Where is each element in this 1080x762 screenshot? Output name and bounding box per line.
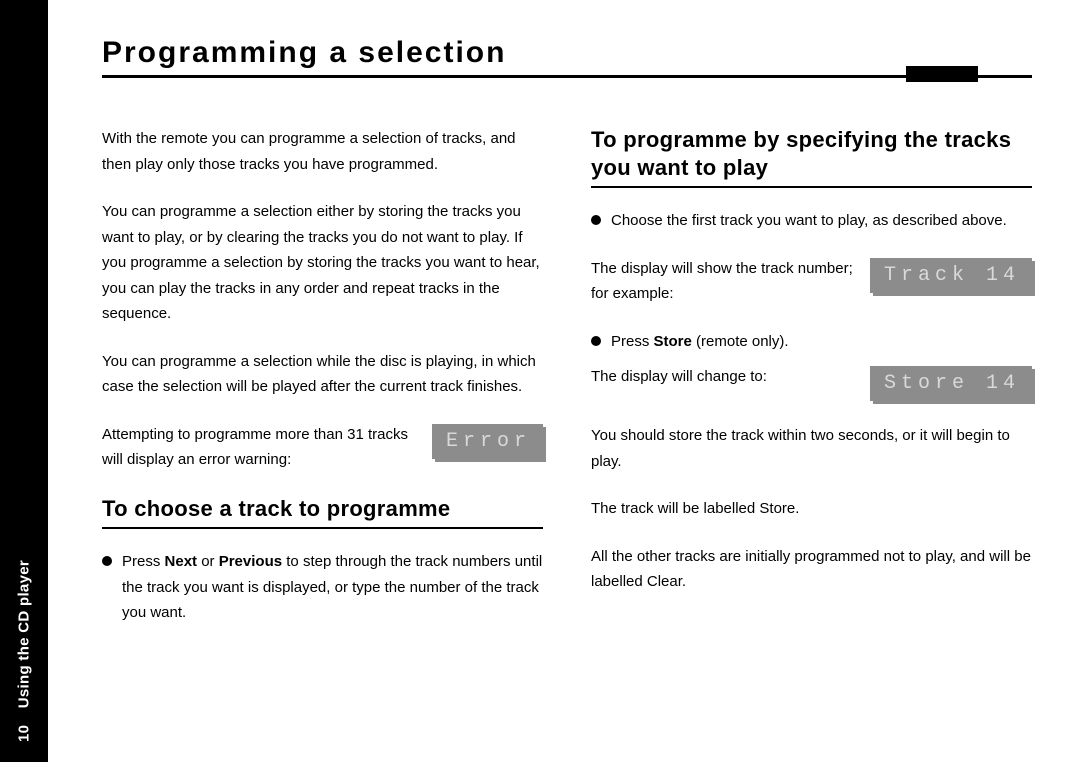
store-label-note: The track will be labelled Store. [591, 496, 1032, 522]
bullet-choose-track: Press Next or Previous to step through t… [102, 549, 543, 626]
store-timing-note: You should store the track within two se… [591, 423, 1032, 474]
title-underline [102, 75, 1032, 78]
error-row: Attempting to programme more than 31 tra… [102, 422, 543, 473]
bullet-press-store: Press Store (remote only). [591, 329, 1032, 355]
page-content: Programming a selection With the remote … [48, 0, 1080, 762]
intro-paragraph-3: You can programme a selection while the … [102, 349, 543, 400]
store-display-text: The display will change to: [591, 364, 856, 390]
subheading-choose-track: To choose a track to programme [102, 495, 543, 530]
left-column: With the remote you can programme a sele… [102, 126, 543, 648]
page-title: Programming a selection [102, 36, 1032, 72]
bullet-icon [591, 336, 601, 346]
intro-paragraph-2: You can programme a selection either by … [102, 199, 543, 327]
bullet-text: Press Next or Previous to step through t… [122, 549, 543, 626]
lcd-track: Track 14 [870, 258, 1032, 293]
lcd-error: Error [432, 424, 543, 459]
error-text: Attempting to programme more than 31 tra… [102, 422, 418, 473]
store-display-row: The display will change to: Store 14 [591, 364, 1032, 401]
clear-label-note: All the other tracks are initially progr… [591, 544, 1032, 595]
intro-paragraph-1: With the remote you can programme a sele… [102, 126, 543, 177]
track-display-text: The display will show the track number; … [591, 256, 856, 307]
previous-key: Previous [219, 553, 282, 570]
subheading-programme-tracks: To programme by specifying the tracks yo… [591, 126, 1032, 188]
next-key: Next [165, 553, 198, 570]
right-column: To programme by specifying the tracks yo… [591, 126, 1032, 648]
bullet-icon [591, 215, 601, 225]
columns: With the remote you can programme a sele… [102, 126, 1032, 648]
bullet-choose-first: Choose the first track you want to play,… [591, 208, 1032, 234]
bullet-text: Choose the first track you want to play,… [611, 208, 1032, 234]
lcd-store: Store 14 [870, 366, 1032, 401]
track-display-row: The display will show the track number; … [591, 256, 1032, 307]
page-number: 10 [16, 725, 33, 742]
store-key: Store [654, 333, 692, 350]
title-marker [906, 66, 978, 82]
section-label: Using the CD player [16, 560, 33, 708]
title-row: Programming a selection [102, 36, 1032, 72]
sidebar: 10 Using the CD player [0, 0, 48, 762]
bullet-text: Press Store (remote only). [611, 329, 1032, 355]
bullet-icon [102, 556, 112, 566]
